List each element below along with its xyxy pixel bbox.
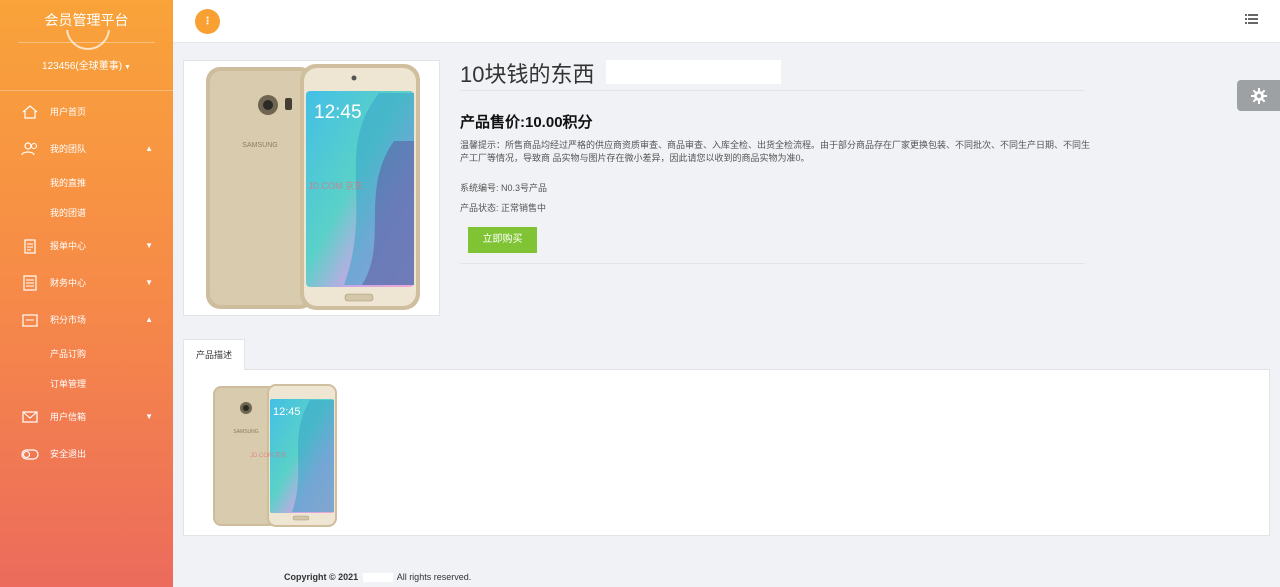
- product-notice: 温馨提示：所售商品均经过严格的供应商资质审查、商品审查、入库全检、出货全检流程。…: [460, 140, 1091, 163]
- divider: [0, 90, 173, 91]
- product-price: 产品售价:10.00积分: [460, 114, 593, 131]
- title-redaction: [606, 60, 781, 84]
- team-icon: [20, 141, 40, 157]
- divider: [460, 90, 1085, 91]
- sidebar-subitem-order-manage[interactable]: 订单管理: [0, 368, 173, 398]
- caret-down-icon: ▼: [124, 64, 131, 71]
- sidebar-item-orders-center[interactable]: 报单中心 ▼: [0, 227, 173, 264]
- sidebar-subitem-tree[interactable]: 我的团谱: [0, 197, 173, 227]
- sidebar-item-team[interactable]: 我的团队 ▲: [0, 130, 173, 167]
- sidebar-item-home[interactable]: 用户首页: [0, 93, 173, 130]
- sidebar-subitem-product-order[interactable]: 产品订购: [0, 338, 173, 368]
- chevron-down-icon: ▼: [145, 241, 153, 250]
- avatar[interactable]: [66, 30, 110, 50]
- product-image-box: SAMSUNG 12:45 JD.COM 京东: [183, 60, 440, 316]
- copyright-prefix: Copyright © 2021: [284, 572, 359, 582]
- product-title: 10块钱的东西: [460, 62, 595, 87]
- sidebar-item-logout[interactable]: 安全退出: [0, 435, 173, 472]
- topbar: ⋮: [173, 0, 1280, 43]
- buy-now-button[interactable]: 立即购买: [468, 227, 537, 253]
- mail-icon: [20, 409, 40, 425]
- clipboard-icon: [20, 238, 40, 254]
- watermark: JD.COM 京东: [308, 180, 363, 191]
- sidebar-item-label: 积分市场: [50, 315, 87, 325]
- toggle-icon: [20, 446, 40, 462]
- finance-icon: [20, 274, 40, 291]
- tab-product-description[interactable]: 产品描述: [183, 339, 245, 370]
- chevron-up-icon: ▲: [145, 315, 153, 324]
- user-dropdown[interactable]: 123456(全球董事) ▼: [0, 57, 173, 72]
- chevron-down-icon: ▼: [145, 412, 153, 421]
- home-icon: [20, 104, 40, 120]
- tab-panel: SAMSUNG 12:45 JD.COM 京东: [183, 369, 1270, 536]
- phone-brand-back: SAMSUNG: [242, 142, 277, 149]
- sidebar: 会员管理平台 123456(全球董事) ▼ 用户首页 我的团队 ▲ 我的直推 我的…: [0, 0, 173, 587]
- phone-clock: 12:45: [314, 102, 362, 123]
- product-status: 产品状态: 正常销售中: [460, 203, 547, 213]
- divider: [460, 263, 1085, 264]
- gear-icon: [1250, 87, 1267, 104]
- sidebar-item-label: 用户首页: [50, 107, 87, 117]
- product-image[interactable]: SAMSUNG 12:45 JD.COM 京东: [184, 61, 439, 315]
- chevron-down-icon: ▼: [145, 278, 153, 287]
- sidebar-item-label: 安全退出: [50, 449, 87, 459]
- sidebar-item-label: 报单中心: [50, 241, 87, 251]
- redacted-name: [362, 573, 393, 583]
- sidebar-toggle-button[interactable]: ⋮: [195, 9, 220, 34]
- sidebar-menu: 用户首页 我的团队 ▲ 我的直推 我的团谱 报单中心 ▼ 财务中心 ▼ 积分市场…: [0, 93, 173, 472]
- sidebar-item-label: 我的团队: [50, 144, 87, 154]
- sidebar-item-points-market[interactable]: 积分市场 ▲: [0, 301, 173, 338]
- store-icon: [20, 312, 40, 328]
- sidebar-subitem-direct[interactable]: 我的直推: [0, 167, 173, 197]
- user-name: 123456(全球董事): [42, 61, 123, 72]
- watermark-small: JD.COM 京东: [250, 451, 287, 459]
- description-image: SAMSUNG 12:45 JD.COM 京东: [213, 384, 337, 527]
- sidebar-item-mailbox[interactable]: 用户信箱 ▼: [0, 398, 173, 435]
- sidebar-item-label: 财务中心: [50, 278, 87, 288]
- phone-brand-back-small: SAMSUNG: [233, 429, 258, 435]
- copyright-suffix: All rights reserved.: [396, 572, 472, 582]
- system-number: 系统编号: N0.3号产品: [460, 183, 548, 193]
- list-icon[interactable]: [1245, 13, 1258, 25]
- sidebar-item-finance[interactable]: 财务中心 ▼: [0, 264, 173, 301]
- settings-tab[interactable]: [1237, 80, 1280, 111]
- chevron-up-icon: ▲: [145, 144, 153, 153]
- phone-clock-small: 12:45: [273, 406, 301, 418]
- footer: Copyright © 2021 All rights reserved.: [284, 572, 472, 583]
- sidebar-item-label: 用户信箱: [50, 412, 87, 422]
